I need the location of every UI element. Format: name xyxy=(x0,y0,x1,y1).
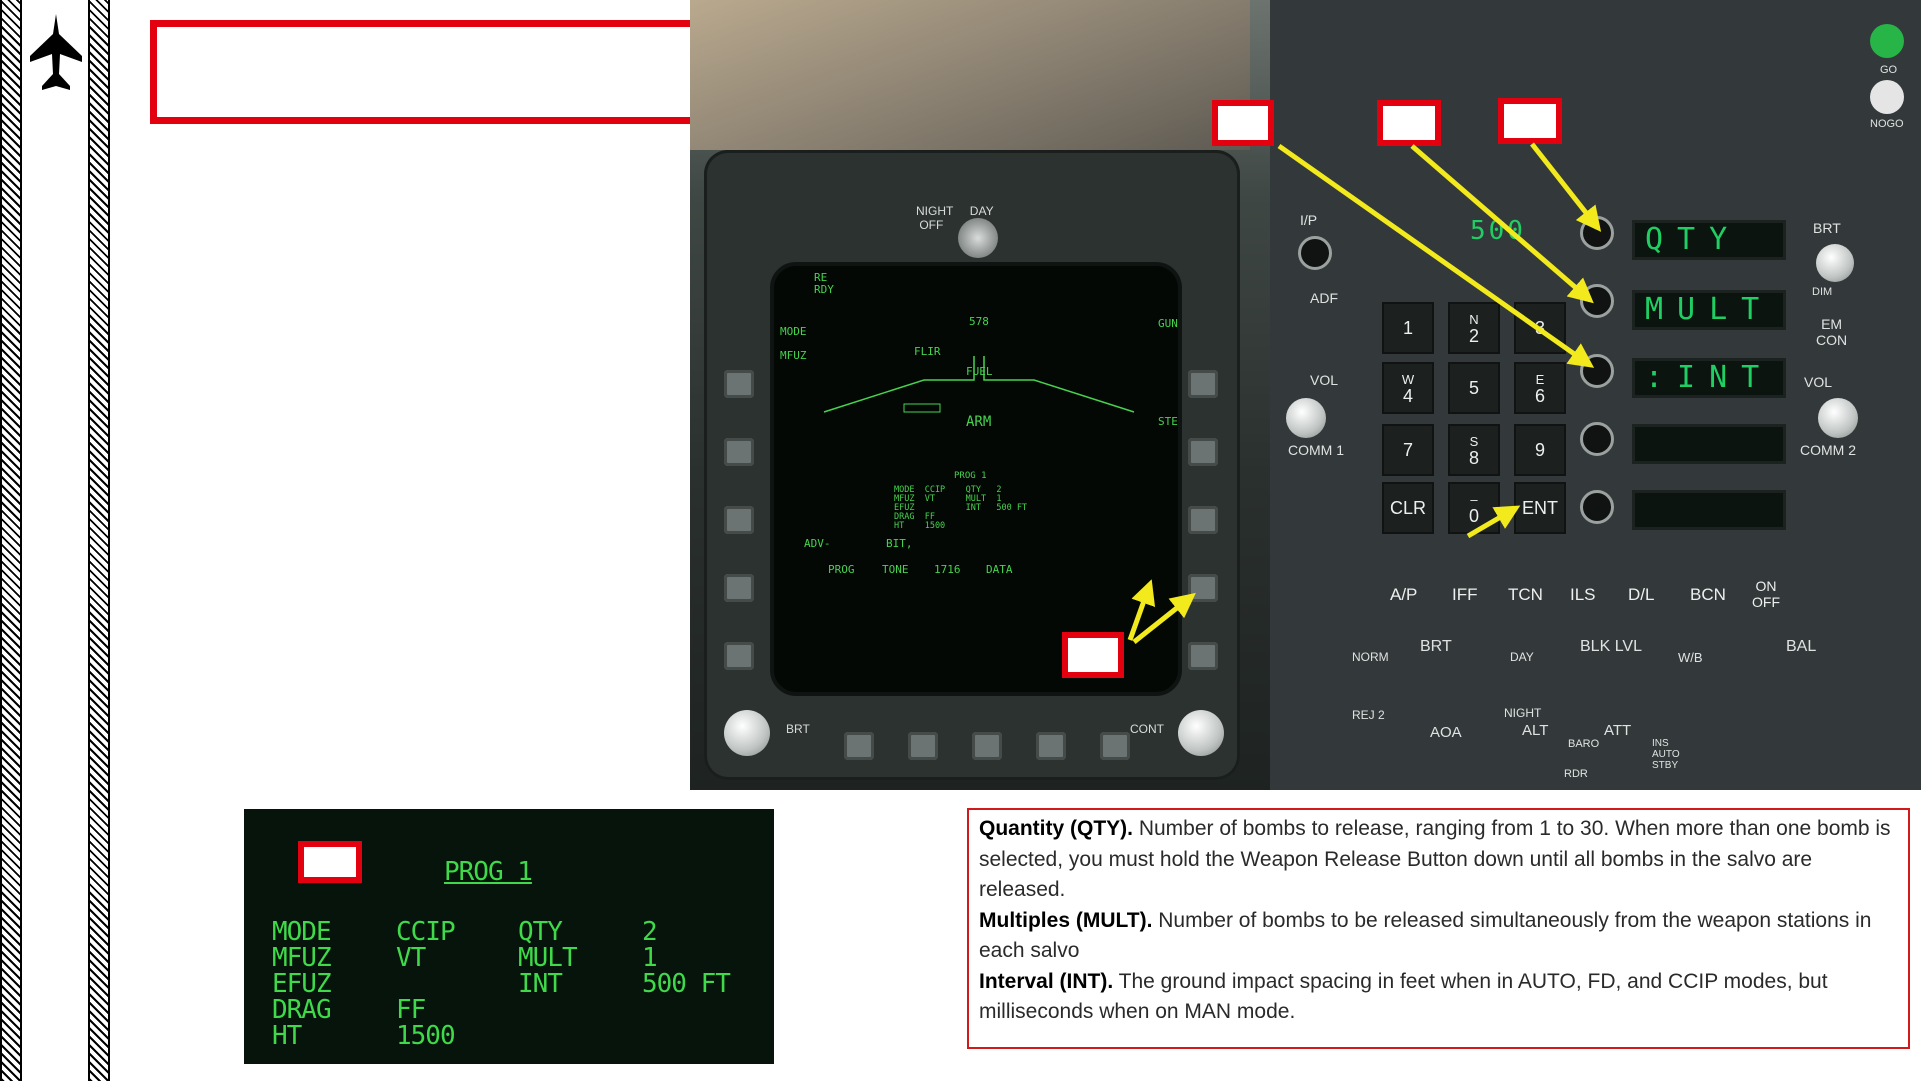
int-paragraph: Interval (INT). The ground impact spacin… xyxy=(979,967,1898,1028)
detail-ht-label: HT xyxy=(272,1021,302,1051)
qty-paragraph: Quantity (QTY). Number of bombs to relea… xyxy=(979,814,1898,906)
detail-title: PROG 1 xyxy=(444,857,533,887)
detail-ht-value: 1500 xyxy=(396,1021,456,1051)
qty-term: Quantity (QTY). xyxy=(979,817,1133,840)
explanation-box: Quantity (QTY). Number of bombs to relea… xyxy=(967,808,1910,1049)
detail-int-value: 500 FT xyxy=(642,969,731,999)
prog-detail-display: PROG 1 MODE CCIP QTY 2 MFUZ VT MULT 1 EF… xyxy=(244,809,774,1064)
detail-mfuz-value: VT xyxy=(396,943,426,973)
detail-int-label: INT xyxy=(518,969,563,999)
arrow-qty xyxy=(1277,143,1595,368)
arrow-mult xyxy=(1410,144,1594,304)
mult-term: Multiples (MULT). xyxy=(979,908,1153,932)
arrow-ent xyxy=(1466,505,1521,539)
mult-paragraph: Multiples (MULT). Number of bombs to be … xyxy=(979,906,1898,967)
callout-detail-box xyxy=(298,841,362,883)
arrow-int xyxy=(1530,142,1602,232)
int-term: Interval (INT). xyxy=(979,969,1114,993)
